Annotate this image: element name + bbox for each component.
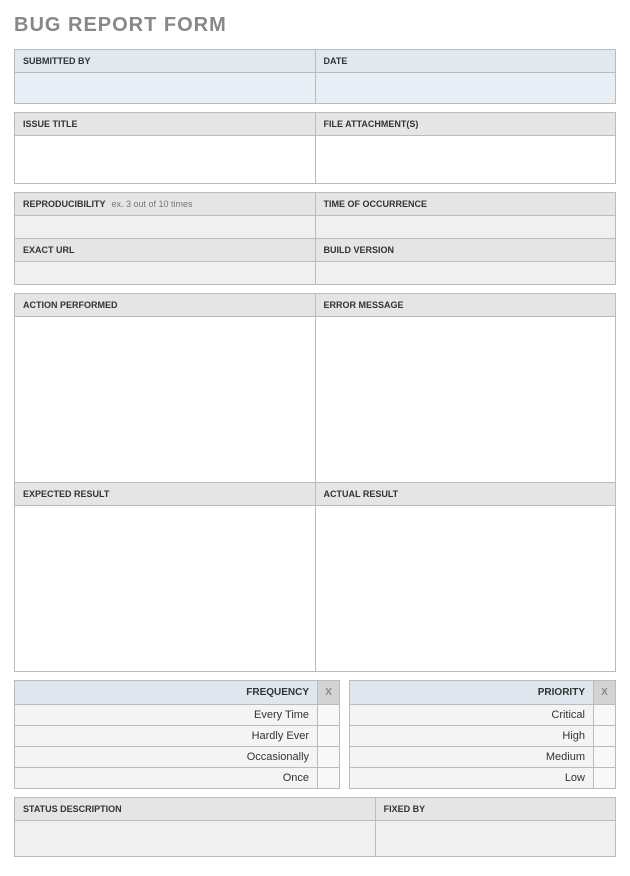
error-message-input[interactable]	[316, 317, 616, 477]
priority-check-2[interactable]	[594, 747, 615, 765]
section-submitter: SUBMITTED BY DATE	[14, 49, 616, 104]
frequency-x-header: X	[318, 681, 340, 705]
exact-url-input[interactable]	[15, 262, 315, 284]
frequency-check-0[interactable]	[318, 705, 339, 723]
date-label: DATE	[315, 50, 616, 73]
time-occurrence-label: TIME OF OCCURRENCE	[315, 193, 616, 216]
status-description-input[interactable]	[15, 821, 375, 851]
priority-option-3: Low	[350, 768, 594, 789]
priority-option-1: High	[350, 726, 594, 747]
priority-header: PRIORITY	[350, 681, 594, 705]
frequency-check-3[interactable]	[318, 768, 339, 786]
frequency-check-2[interactable]	[318, 747, 339, 765]
section-status: STATUS DESCRIPTION FIXED BY	[14, 797, 616, 857]
status-description-label: STATUS DESCRIPTION	[15, 798, 376, 821]
section-issue: ISSUE TITLE FILE ATTACHMENT(S)	[14, 112, 616, 184]
issue-title-label: ISSUE TITLE	[15, 113, 316, 136]
priority-x-header: X	[594, 681, 616, 705]
priority-check-1[interactable]	[594, 726, 615, 744]
fixed-by-input[interactable]	[376, 821, 615, 851]
actual-result-label: ACTUAL RESULT	[315, 483, 616, 506]
build-version-input[interactable]	[316, 262, 616, 284]
priority-check-0[interactable]	[594, 705, 615, 723]
submitted-by-input[interactable]	[15, 73, 315, 103]
action-performed-label: ACTION PERFORMED	[15, 294, 316, 317]
section-results: ACTION PERFORMED ERROR MESSAGE EXPECTED …	[14, 293, 616, 672]
date-input[interactable]	[316, 73, 616, 103]
reproducibility-label: REPRODUCIBILITYex. 3 out of 10 times	[15, 193, 316, 216]
fixed-by-label: FIXED BY	[375, 798, 615, 821]
section-frequency-priority: FREQUENCY X PRIORITY X Every Time Critic…	[14, 680, 616, 789]
issue-title-input[interactable]	[15, 136, 315, 178]
file-attachment-input[interactable]	[316, 136, 616, 178]
time-occurrence-input[interactable]	[316, 216, 616, 238]
build-version-label: BUILD VERSION	[315, 239, 616, 262]
frequency-option-3: Once	[15, 768, 318, 789]
exact-url-label: EXACT URL	[15, 239, 316, 262]
expected-result-input[interactable]	[15, 506, 315, 666]
section-repro: REPRODUCIBILITYex. 3 out of 10 times TIM…	[14, 192, 616, 285]
frequency-check-1[interactable]	[318, 726, 339, 744]
frequency-option-1: Hardly Ever	[15, 726, 318, 747]
reproducibility-input[interactable]	[15, 216, 315, 238]
submitted-by-label: SUBMITTED BY	[15, 50, 316, 73]
actual-result-input[interactable]	[316, 506, 616, 666]
file-attachment-label: FILE ATTACHMENT(S)	[315, 113, 616, 136]
frequency-option-2: Occasionally	[15, 747, 318, 768]
priority-check-3[interactable]	[594, 768, 615, 786]
frequency-option-0: Every Time	[15, 705, 318, 726]
page-title: BUG REPORT FORM	[14, 14, 616, 37]
priority-option-0: Critical	[350, 705, 594, 726]
expected-result-label: EXPECTED RESULT	[15, 483, 316, 506]
action-performed-input[interactable]	[15, 317, 315, 477]
error-message-label: ERROR MESSAGE	[315, 294, 616, 317]
frequency-header: FREQUENCY	[15, 681, 318, 705]
priority-option-2: Medium	[350, 747, 594, 768]
